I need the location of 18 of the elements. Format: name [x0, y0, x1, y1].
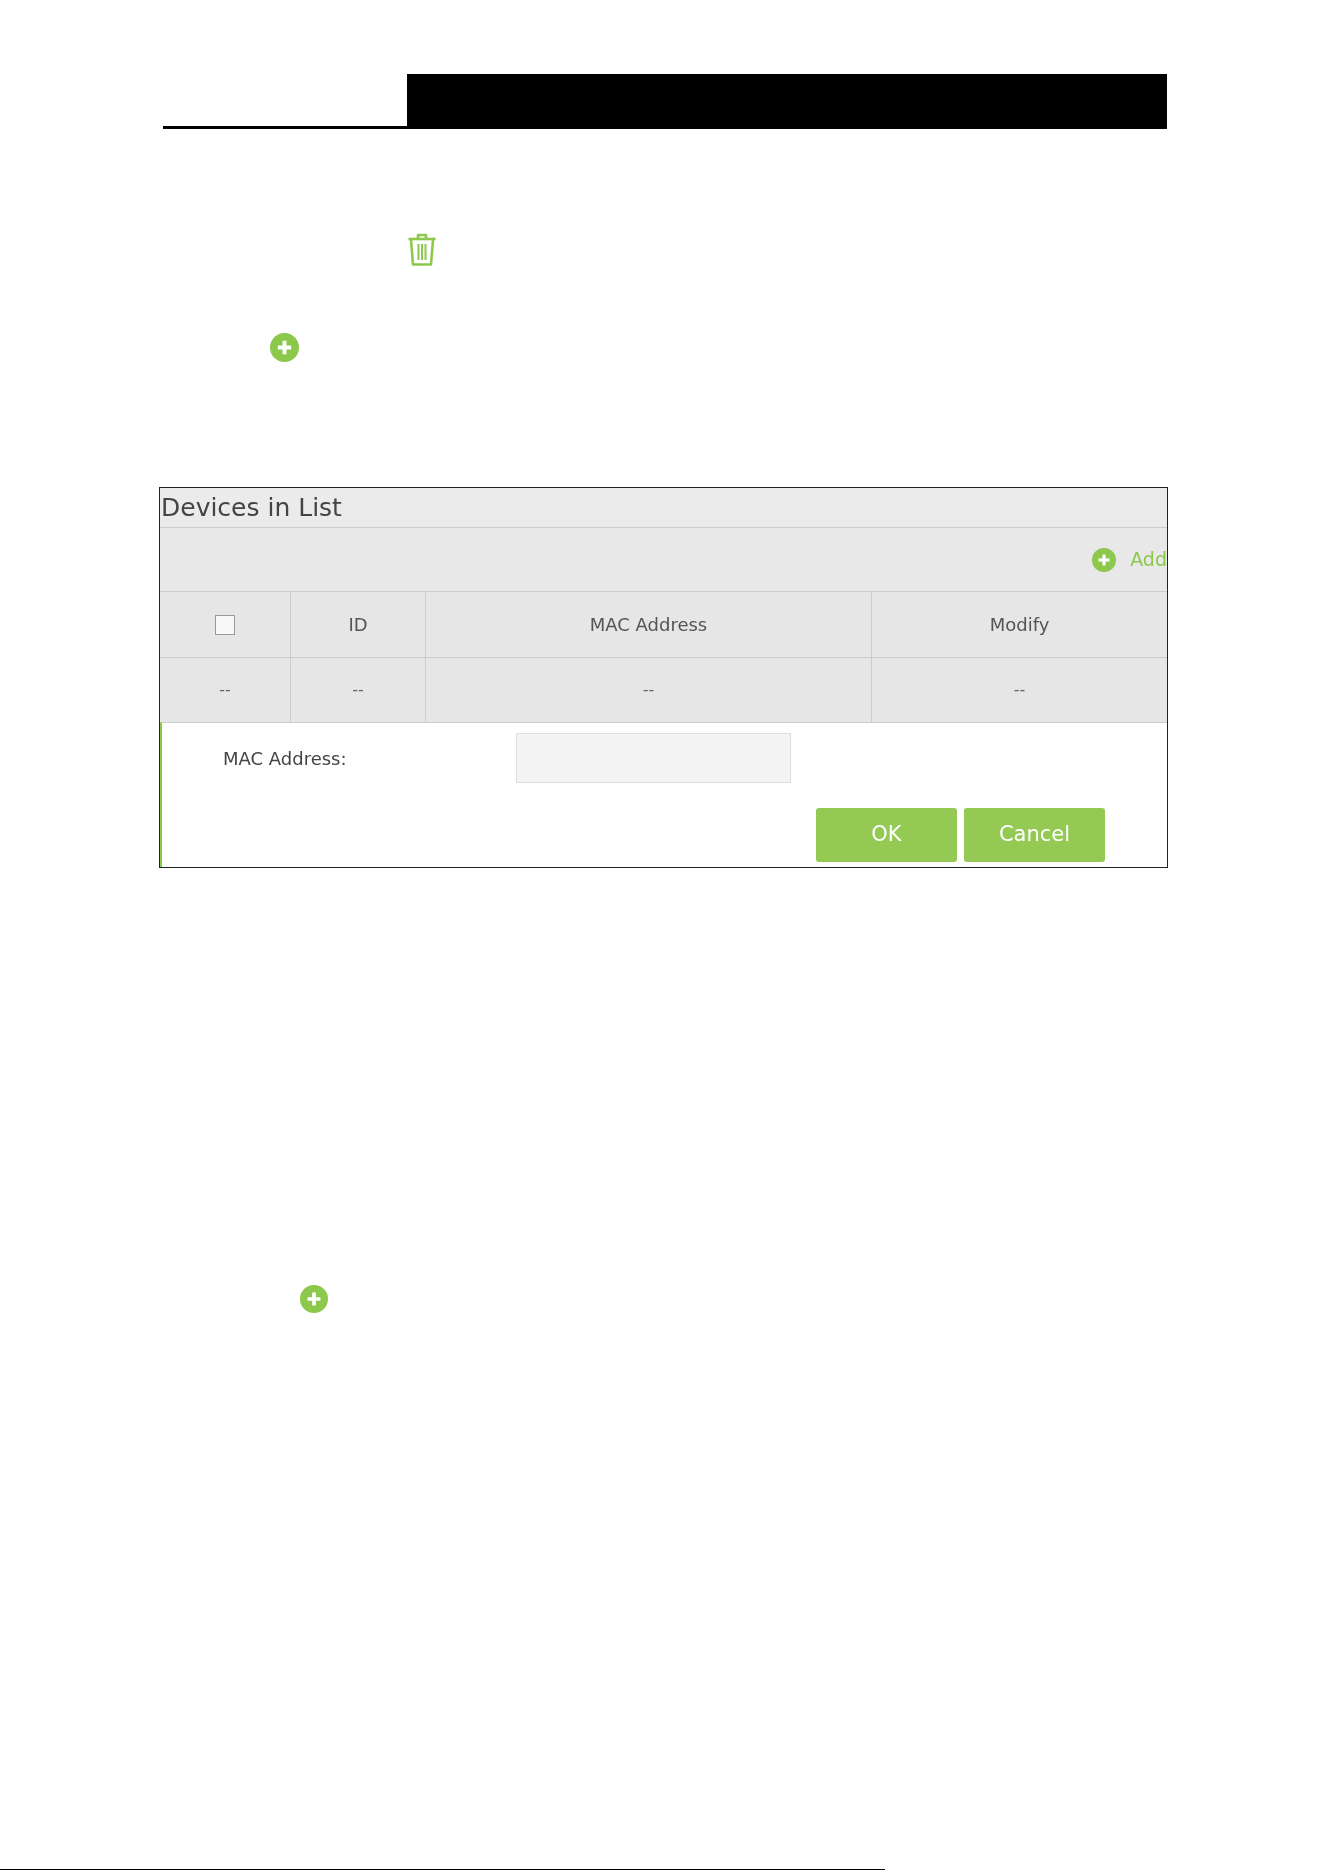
field-label: MAC Address: — [223, 746, 348, 771]
trash-icon — [407, 233, 437, 267]
table-cell-text: -- — [219, 679, 231, 701]
select-all-checkbox[interactable] — [215, 614, 235, 635]
table-cell-text: -- — [352, 679, 364, 701]
column-header: Modify — [989, 613, 1050, 637]
ok-button[interactable]: OK — [816, 808, 957, 862]
column-header: ID — [348, 613, 368, 637]
mac-address-input[interactable] — [516, 733, 791, 783]
plus-circle-icon — [270, 333, 299, 362]
plus-circle-icon — [1092, 547, 1117, 572]
column-header: MAC Address — [589, 613, 708, 637]
table-cell-text: -- — [1013, 679, 1026, 701]
plus-circle-icon — [300, 1285, 328, 1313]
table-cell-text: -- — [642, 679, 655, 701]
add-button[interactable]: Add — [1092, 547, 1167, 572]
panel-title: Devices in List — [160, 495, 342, 520]
cancel-button[interactable]: Cancel — [964, 808, 1105, 862]
